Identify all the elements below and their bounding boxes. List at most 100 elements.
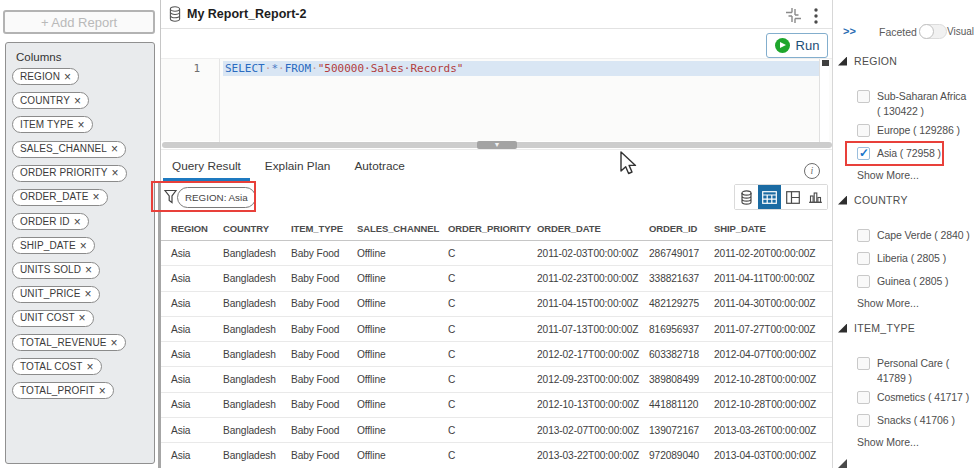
unchecked-checkbox[interactable] [857, 124, 870, 137]
show-more-link[interactable]: Show More... [857, 297, 975, 309]
editor-gutter: 1 [161, 59, 220, 142]
column-header-country[interactable]: COUNTRY [213, 223, 281, 234]
collapse-panes-icon[interactable] [785, 7, 802, 24]
table-cell: 603382718 [639, 349, 704, 360]
split-view-icon[interactable] [781, 185, 804, 209]
info-icon[interactable]: i [804, 163, 820, 179]
table-cell: Offline [347, 298, 438, 309]
show-more-link[interactable]: Show More... [857, 169, 975, 181]
table-row[interactable]: AsiaBangladeshBaby FoodOfflineC2013-02-0… [161, 418, 833, 443]
column-header-order_id[interactable]: ORDER_ID [639, 223, 704, 234]
column-chip-unit-price[interactable]: UNIT_PRICE× [12, 286, 100, 303]
kebab-menu-icon[interactable] [814, 8, 818, 24]
editor-scrollbar-thumb[interactable] [822, 60, 829, 66]
column-chip-order-date[interactable]: ORDER_DATE× [12, 189, 108, 206]
table-cell: Baby Food [281, 248, 347, 259]
table-row[interactable]: AsiaBangladeshBaby FoodOfflineC2012-10-1… [161, 393, 833, 418]
table-cell: Baby Food [281, 425, 347, 436]
facet-section-header[interactable]: ITEM_TYPE [833, 322, 975, 334]
facet-item-label: Sub-Saharan Africa( 130422 ) [877, 89, 966, 119]
collapse-panel-icon[interactable]: >> [843, 25, 856, 37]
run-button[interactable]: Run [766, 33, 828, 58]
unchecked-checkbox[interactable] [857, 391, 870, 404]
unchecked-checkbox[interactable] [857, 252, 870, 265]
facet-section-header[interactable]: COUNTRY [833, 194, 975, 206]
facet-item-label: Guinea ( 2805 ) [877, 274, 948, 289]
facet-section-header[interactable]: REGION [833, 55, 975, 67]
worksheet-header: My Report_Report-2 [161, 0, 832, 29]
add-report-button[interactable]: + Add Report [3, 10, 155, 34]
view-switcher [734, 184, 828, 210]
facet-item[interactable]: Cape Verde ( 2840 ) [857, 228, 975, 243]
unchecked-checkbox[interactable] [857, 90, 870, 103]
splitter-handle[interactable]: ▼ [477, 141, 517, 149]
column-chip-item-type[interactable]: ITEM TYPE× [12, 116, 93, 133]
column-chip-unit-cost[interactable]: UNIT COST× [12, 310, 94, 327]
unchecked-checkbox[interactable] [857, 414, 870, 427]
table-row[interactable]: AsiaBangladeshBaby FoodOfflineC2011-04-1… [161, 292, 833, 317]
column-chip-ship-date[interactable]: SHIP_DATE× [12, 237, 95, 254]
table-row[interactable]: AsiaBangladeshBaby FoodOfflineC2013-03-2… [161, 443, 833, 468]
table-row[interactable]: AsiaBangladeshBaby FoodOfflineC2011-02-0… [161, 241, 833, 266]
column-chip-units-sold[interactable]: UNITS SOLD× [12, 262, 100, 279]
sql-statement[interactable]: SELECT·*·FROM·"500000·Sales·Records" [225, 62, 463, 75]
table-cell: Asia [161, 399, 213, 410]
tab-query-result[interactable]: Query Result [171, 150, 242, 181]
editor-vertical-scrollbar[interactable] [819, 59, 829, 142]
sql-editor[interactable]: 1 SELECT·*·FROM·"500000·Sales·Records" [161, 58, 833, 141]
facet-section-country: COUNTRY Cape Verde ( 2840 ) Liberia ( 2805… [833, 194, 975, 309]
section-expand-triangle-icon[interactable] [838, 324, 847, 333]
line-number: 1 [193, 62, 200, 75]
facet-item[interactable]: Personal Care (41789 ) [857, 356, 975, 386]
column-header-item_type[interactable]: ITEM_TYPE [281, 223, 347, 234]
facet-item[interactable]: Cosmetics ( 41717 ) [857, 390, 975, 405]
table-row[interactable]: AsiaBangladeshBaby FoodOfflineC2011-02-2… [161, 266, 833, 291]
table-cell: Baby Food [281, 298, 347, 309]
column-chip-total-revenue[interactable]: TOTAL_REVENUE× [12, 334, 126, 351]
table-cell: Bangladesh [213, 273, 281, 284]
column-chip-total-profit[interactable]: TOTAL_PROFIT× [12, 382, 114, 399]
facet-items: Personal Care (41789 ) Cosmetics ( 41717 … [857, 356, 975, 428]
tab-autotrace[interactable]: Autotrace [353, 150, 406, 181]
table-row[interactable]: AsiaBangladeshBaby FoodOfflineC2012-09-2… [161, 367, 833, 392]
column-chip-order-priority[interactable]: ORDER PRIORITY× [12, 165, 127, 182]
tab-explain-plan[interactable]: Explain Plan [264, 150, 332, 181]
column-header-region[interactable]: REGION [161, 223, 213, 234]
report-view-icon[interactable] [735, 185, 758, 209]
table-cell: C [438, 450, 527, 461]
column-chip-country[interactable]: COUNTRY× [12, 92, 89, 109]
unchecked-checkbox[interactable] [857, 275, 870, 288]
section-expand-triangle-icon[interactable] [838, 57, 847, 66]
column-header-ship_date[interactable]: SHIP_DATE [704, 223, 822, 234]
column-header-order_priority[interactable]: ORDER_PRIORITY [438, 223, 527, 234]
table-cell: Baby Food [281, 450, 347, 461]
visual-label: Visual [947, 26, 974, 37]
column-header-sales_channel[interactable]: SALES_CHANNEL [347, 223, 438, 234]
toggle-knob[interactable] [919, 24, 934, 39]
facet-section-title: ITEM_TYPE [854, 322, 915, 334]
column-chip-order-id[interactable]: ORDER ID× [12, 213, 89, 230]
table-cell: 338821637 [639, 273, 704, 284]
pane-splitter[interactable]: ▼ [161, 141, 833, 149]
facet-item[interactable]: Guinea ( 2805 ) [857, 274, 975, 289]
facet-item[interactable]: Europe ( 129286 ) [857, 123, 975, 138]
table-row[interactable]: AsiaBangladeshBaby FoodOfflineC2012-02-1… [161, 342, 833, 367]
table-row[interactable]: AsiaBangladeshBaby FoodOfflineC2011-07-1… [161, 317, 833, 342]
grid-view-icon[interactable] [758, 185, 781, 209]
table-cell: Asia [161, 273, 213, 284]
facet-item[interactable]: Liberia ( 2805 ) [857, 251, 975, 266]
column-chip-region[interactable]: REGION× [12, 68, 79, 85]
facet-item[interactable]: Sub-Saharan Africa( 130422 ) [857, 89, 975, 119]
chart-view-icon[interactable] [804, 185, 827, 209]
facet-item[interactable]: Snacks ( 41706 ) [857, 413, 975, 428]
unchecked-checkbox[interactable] [857, 357, 870, 370]
show-more-link[interactable]: Show More... [857, 436, 975, 448]
unchecked-checkbox[interactable] [857, 229, 870, 242]
table-cell: 2012-10-28T00:00:00Z [704, 399, 822, 410]
results-scrollbar[interactable] [158, 182, 161, 468]
section-expand-triangle-icon[interactable] [838, 196, 847, 205]
faceted-visual-toggle[interactable] [919, 24, 947, 39]
column-header-order_date[interactable]: ORDER_DATE [527, 223, 639, 234]
column-chip-sales-channel[interactable]: SALES_CHANNEL× [12, 141, 126, 158]
column-chip-total-cost[interactable]: TOTAL COST× [12, 358, 102, 375]
